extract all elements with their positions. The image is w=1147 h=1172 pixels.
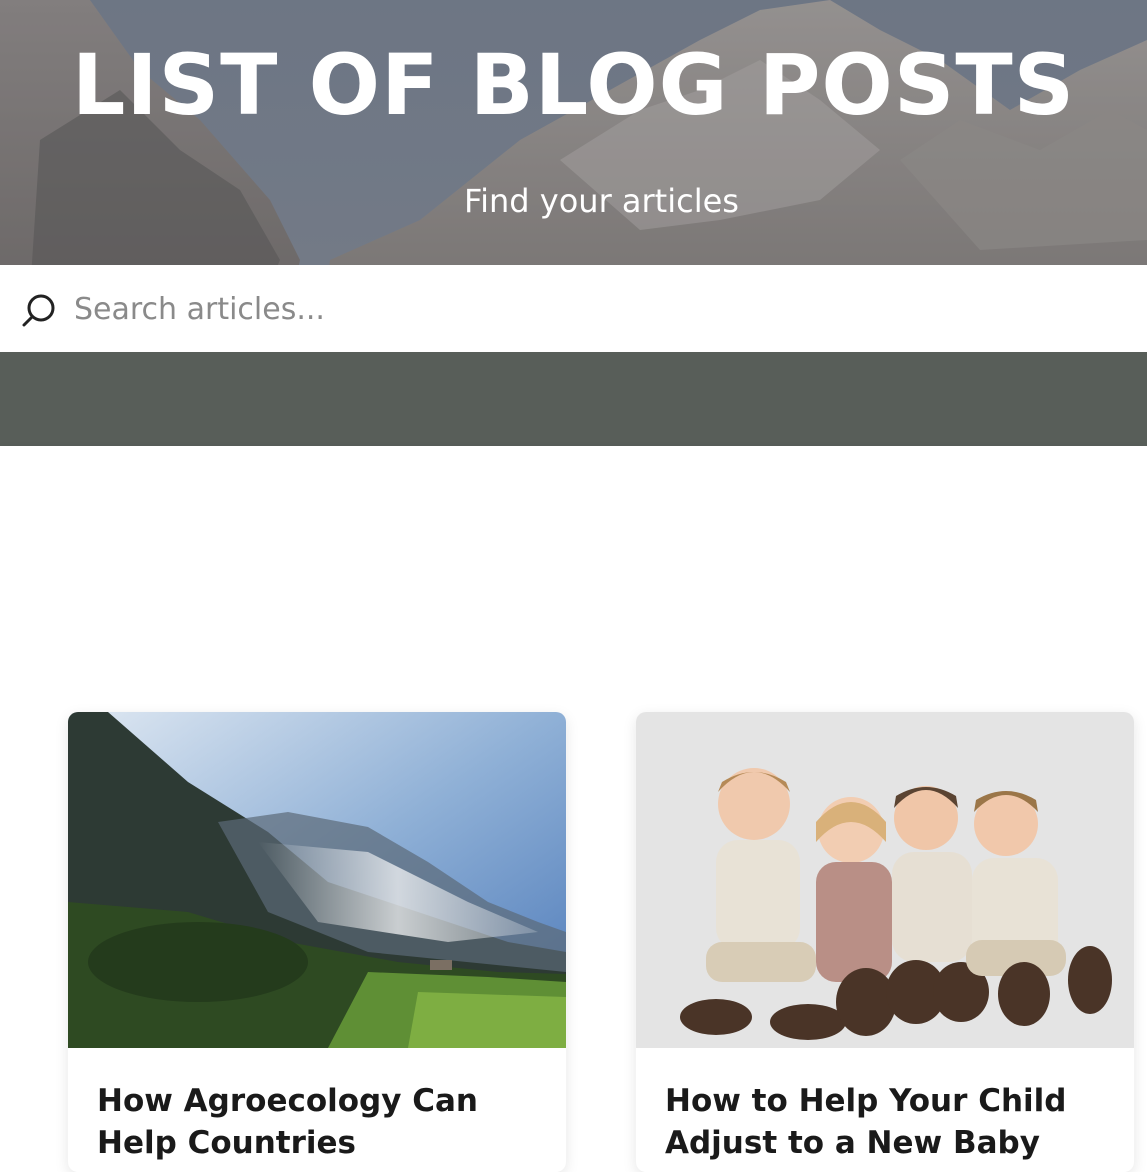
post-image-children[interactable] <box>636 712 1134 1048</box>
page-title: LIST OF BLOG POSTS <box>71 36 1076 134</box>
page-subtitle: Find your articles <box>464 182 739 220</box>
post-card[interactable]: How Agroecology Can Help Countries <box>68 712 566 1172</box>
intro-spacer <box>0 446 1147 642</box>
search-input[interactable] <box>74 283 1124 335</box>
post-image-mountain-valley[interactable] <box>68 712 566 1048</box>
post-title[interactable]: How Agroecology Can Help Countries <box>97 1080 537 1164</box>
post-card[interactable]: How to Help Your Child Adjust to a New B… <box>636 712 1134 1172</box>
hero-banner: LIST OF BLOG POSTS Find your articles <box>0 0 1147 446</box>
search-bar <box>0 265 1147 352</box>
search-icon[interactable] <box>20 291 58 329</box>
post-title[interactable]: How to Help Your Child Adjust to a New B… <box>665 1080 1105 1164</box>
